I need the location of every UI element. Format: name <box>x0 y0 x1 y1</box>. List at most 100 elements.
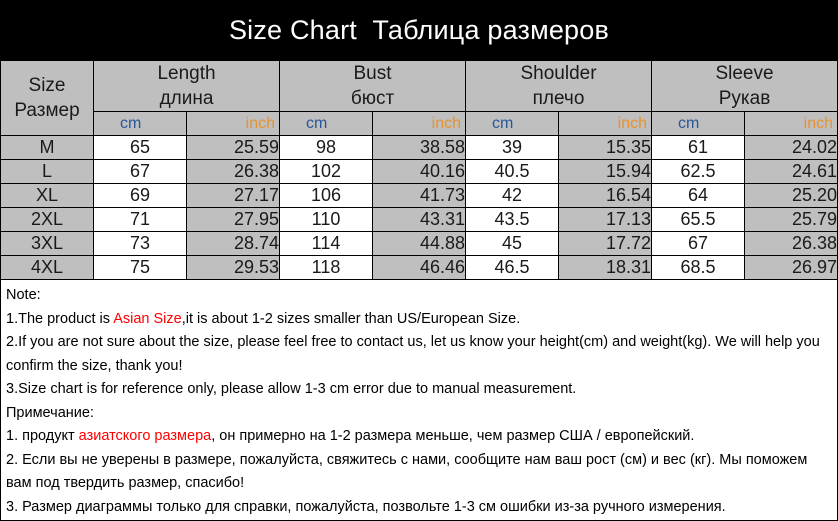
header-bust-russian: бюст <box>350 88 395 109</box>
table-row: L 67 26.38 102 40.16 40.5 15.94 62.5 24.… <box>0 159 838 184</box>
header-size-english: Size <box>28 75 66 96</box>
header-sleeve-english: Sleeve <box>715 63 774 84</box>
note-english-3: 3.Size chart is for reference only, plea… <box>6 381 577 397</box>
cell-shoulder-cm: 46.5 <box>465 255 559 280</box>
cell-shoulder-inch: 17.13 <box>558 207 652 232</box>
cell-sleeve-cm: 64 <box>651 183 745 208</box>
cell-sleeve-inch: 25.79 <box>743 207 838 232</box>
size-chart-page: Size Chart Таблица размеров Size Размер … <box>0 0 838 521</box>
header-size-russian: Размер <box>14 100 80 121</box>
cell-bust-inch: 43.31 <box>372 207 466 232</box>
note-russian-1-text-after: , он примерно на 1-2 размера меньше, чем… <box>211 428 695 444</box>
cell-bust-cm: 106 <box>279 183 373 208</box>
cell-sleeve-cm: 62.5 <box>651 159 745 184</box>
header-sleeve-russian: Рукав <box>718 88 771 109</box>
cell-sleeve-inch: 26.97 <box>743 255 838 280</box>
page-title-english: Size Chart <box>228 14 357 45</box>
table-header: Size Размер Length длина Bust бюст Shoul… <box>0 60 838 136</box>
cell-length-inch: 28.74 <box>186 231 280 256</box>
cell-sleeve-inch: 25.20 <box>743 183 838 208</box>
cell-length-inch: 27.95 <box>186 207 280 232</box>
unit-bust-inch: inch <box>372 111 466 136</box>
cell-shoulder-inch: 15.35 <box>558 135 652 160</box>
cell-bust-inch: 41.73 <box>372 183 466 208</box>
header-length-russian: длина <box>159 88 214 109</box>
header-size: Size Размер <box>0 60 94 136</box>
table-row: 4XL 75 29.53 118 46.46 46.5 18.31 68.5 2… <box>0 255 838 280</box>
note-russian-1-highlight: азиатского размера <box>78 428 212 444</box>
cell-shoulder-cm: 42 <box>465 183 559 208</box>
page-title-russian: Таблица размеров <box>372 14 610 45</box>
table-row: M 65 25.59 98 38.58 39 15.35 61 24.02 <box>0 135 838 160</box>
cell-length-cm: 67 <box>93 159 187 184</box>
note-russian-1: 1. продукт азиатского размера, он пример… <box>6 425 831 449</box>
cell-shoulder-inch: 17.72 <box>558 231 652 256</box>
cell-length-inch: 25.59 <box>186 135 280 160</box>
cell-sleeve-cm: 65.5 <box>651 207 745 232</box>
header-group-bust: Bust бюст <box>279 60 466 112</box>
size-measurement-table: Size Размер Length длина Bust бюст Shoul… <box>0 60 838 280</box>
cell-bust-cm: 118 <box>279 255 373 280</box>
cell-sleeve-cm: 61 <box>651 135 745 160</box>
table-body: M 65 25.59 98 38.58 39 15.35 61 24.02 L … <box>0 135 838 280</box>
header-shoulder-english: Shoulder <box>520 63 597 84</box>
cell-size: 2XL <box>0 207 94 232</box>
unit-bust-cm: cm <box>279 111 373 136</box>
note-russian-1-text-before: 1. продукт <box>6 428 79 444</box>
cell-bust-inch: 46.46 <box>372 255 466 280</box>
cell-sleeve-inch: 24.02 <box>743 135 838 160</box>
note-heading-english: Note: <box>6 287 41 303</box>
cell-bust-cm: 98 <box>279 135 373 160</box>
unit-shoulder-inch: inch <box>558 111 652 136</box>
note-heading-russian: Примечание: <box>6 404 94 421</box>
cell-bust-inch: 38.58 <box>372 135 466 160</box>
header-length-english: Length <box>157 63 216 84</box>
notes-section: Note: 1.The product is Asian Size,it is … <box>0 280 838 521</box>
cell-shoulder-inch: 16.54 <box>558 183 652 208</box>
cell-size: M <box>0 135 94 160</box>
note-english-1-text-before: 1.The product is <box>6 310 114 327</box>
cell-length-cm: 75 <box>93 255 187 280</box>
cell-shoulder-cm: 40.5 <box>465 159 559 184</box>
cell-size: L <box>0 159 94 184</box>
cell-shoulder-cm: 45 <box>465 231 559 256</box>
unit-length-inch: inch <box>186 111 280 136</box>
note-english-2: 2.If you are not sure about the size, pl… <box>6 334 820 374</box>
table-header-row-groups: Size Размер Length длина Bust бюст Shoul… <box>0 60 838 136</box>
header-group-shoulder: Shoulder плечо <box>465 60 652 112</box>
cell-length-cm: 65 <box>93 135 187 160</box>
cell-bust-inch: 40.16 <box>372 159 466 184</box>
note-english-1-text-after: ,it is about 1-2 sizes smaller than US/E… <box>181 310 521 327</box>
cell-length-cm: 69 <box>93 183 187 208</box>
cell-sleeve-cm: 67 <box>651 231 745 256</box>
header-group-sleeve: Sleeve Рукав <box>650 60 838 112</box>
table-row: 3XL 73 28.74 114 44.88 45 17.72 67 26.38 <box>0 231 838 256</box>
cell-shoulder-cm: 43.5 <box>465 207 559 232</box>
cell-bust-cm: 102 <box>279 159 373 184</box>
cell-sleeve-inch: 24.61 <box>743 159 838 184</box>
cell-length-inch: 29.53 <box>186 255 280 280</box>
cell-size: 3XL <box>0 231 94 256</box>
cell-size: XL <box>0 183 94 208</box>
unit-sleeve-inch: inch <box>743 111 838 136</box>
unit-sleeve-cm: cm <box>651 111 745 136</box>
table-row: XL 69 27.17 106 41.73 42 16.54 64 25.20 <box>0 183 838 208</box>
table-row: 2XL 71 27.95 110 43.31 43.5 17.13 65.5 2… <box>0 207 838 232</box>
page-title: Size Chart Таблица размеров <box>0 0 838 60</box>
cell-length-inch: 27.17 <box>186 183 280 208</box>
cell-length-cm: 73 <box>93 231 187 256</box>
cell-bust-cm: 110 <box>279 207 373 232</box>
header-bust-english: Bust <box>353 63 392 84</box>
cell-sleeve-inch: 26.38 <box>743 231 838 256</box>
cell-length-cm: 71 <box>93 207 187 232</box>
table-header-row-units: cm inch cm inch cm inch cm inch <box>1 111 838 136</box>
header-shoulder-russian: плечо <box>532 88 585 109</box>
cell-bust-cm: 114 <box>279 231 373 256</box>
note-russian-2: 2. Если вы не уверены в размере, пожалуй… <box>6 451 808 492</box>
unit-length-cm: cm <box>93 111 187 136</box>
cell-length-inch: 26.38 <box>186 159 280 184</box>
cell-shoulder-cm: 39 <box>465 135 559 160</box>
note-english-1-highlight: Asian Size <box>113 310 182 327</box>
note-russian-3: 3. Размер диаграммы только для справки, … <box>6 498 726 515</box>
cell-size: 4XL <box>0 255 94 280</box>
